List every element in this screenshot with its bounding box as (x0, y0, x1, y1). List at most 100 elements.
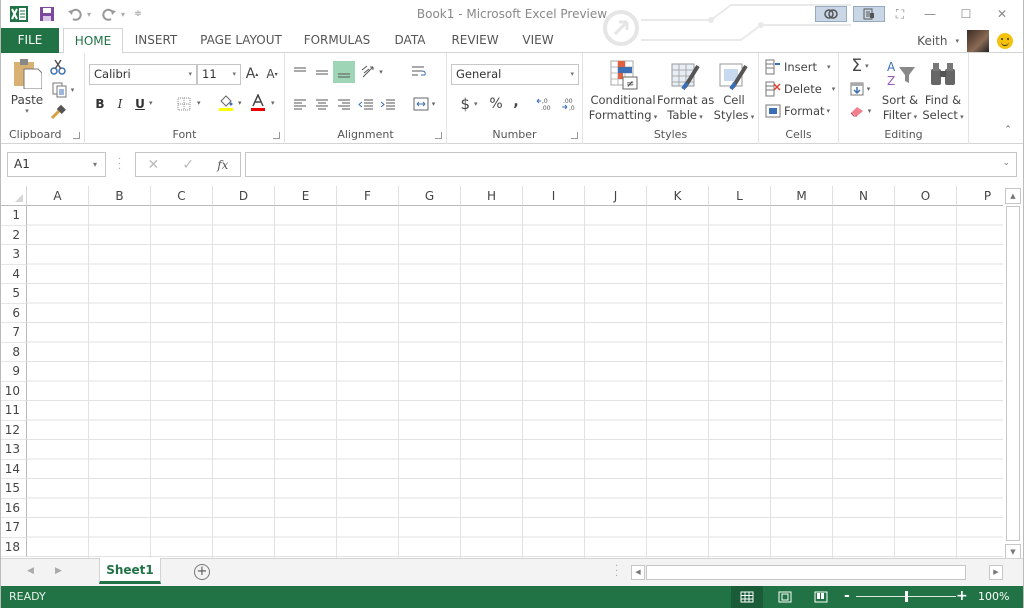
font-size-select[interactable]: 11 ▾ (197, 64, 241, 85)
wrap-text-button[interactable] (409, 63, 429, 81)
insert-function-icon[interactable]: fx (217, 158, 228, 172)
format-cells-button[interactable]: Format ▾ (765, 101, 830, 121)
row-header-10[interactable]: 10 (1, 381, 27, 401)
find-select-dropdown-icon[interactable]: ▾ (958, 113, 964, 121)
cell-styles-button[interactable]: Cell Styles ▾ (711, 55, 757, 125)
bold-button[interactable]: B (91, 95, 109, 113)
zoom-in-icon[interactable]: + (956, 588, 968, 604)
increase-indent-button[interactable] (379, 95, 397, 113)
formula-input[interactable]: ⌄ (245, 152, 1017, 177)
row-header-14[interactable]: 14 (1, 459, 27, 479)
accounting-format-button[interactable]: $ ▾ (455, 95, 483, 113)
format-as-table-dropdown-icon[interactable]: ▾ (697, 113, 703, 121)
cancel-entry-icon[interactable]: ✕ (148, 157, 160, 173)
zoom-percentage[interactable]: 100% (978, 590, 1009, 603)
normal-view-button[interactable] (731, 586, 763, 608)
font-color-dropdown-icon[interactable]: ▾ (271, 99, 275, 107)
zoom-out-icon[interactable]: - (844, 588, 850, 604)
column-header-a[interactable]: A (27, 186, 89, 206)
column-header-l[interactable]: L (709, 186, 771, 206)
row-header-8[interactable]: 8 (1, 342, 27, 362)
horizontal-scrollbar[interactable]: ◀ ▶ (631, 565, 1003, 581)
format-painter-button[interactable] (49, 103, 67, 121)
sheet-tab-sheet1[interactable]: Sheet1 (99, 558, 161, 584)
fill-color-button[interactable] (217, 93, 235, 113)
merge-center-button[interactable]: ▾ (409, 95, 439, 113)
column-header-e[interactable]: E (275, 186, 337, 206)
row-header-17[interactable]: 17 (1, 518, 27, 538)
clear-button[interactable]: ▾ (845, 101, 875, 121)
column-header-m[interactable]: M (771, 186, 833, 206)
find-select-button[interactable]: Find & Select ▾ (921, 55, 965, 125)
decrease-font-size-button[interactable]: A ▾ (263, 65, 281, 83)
sort-filter-button[interactable]: AZ Sort & Filter ▾ (879, 55, 921, 125)
copy-dropdown-icon[interactable]: ▾ (71, 86, 75, 94)
clipboard-dialog-launcher-icon[interactable] (73, 132, 80, 139)
ribbon-display-options-icon[interactable] (853, 6, 885, 22)
touch-mode-icon[interactable] (815, 6, 847, 22)
next-sheet-icon[interactable]: ▶ (55, 566, 62, 576)
borders-dropdown-icon[interactable]: ▾ (197, 99, 201, 107)
percent-style-button[interactable]: % (487, 95, 505, 113)
tab-home[interactable]: HOME (63, 28, 123, 54)
tab-file[interactable]: FILE (1, 28, 59, 53)
orientation-button[interactable]: ▾ (359, 63, 385, 81)
column-header-k[interactable]: K (647, 186, 709, 206)
conditional-formatting-button[interactable]: ≠ Conditional Formatting ▾ (587, 55, 659, 125)
borders-button[interactable] (175, 95, 193, 113)
delete-cells-button[interactable]: Delete ▾ (765, 79, 835, 99)
scroll-left-icon[interactable]: ◀ (631, 565, 645, 580)
column-header-o[interactable]: O (895, 186, 957, 206)
close-icon[interactable]: ✕ (987, 5, 1017, 23)
scroll-up-icon[interactable]: ▲ (1005, 188, 1021, 204)
formula-bar-resize-handle[interactable]: · · · (118, 155, 121, 175)
fill-color-dropdown-icon[interactable]: ▾ (238, 99, 242, 107)
row-header-3[interactable]: 3 (1, 245, 27, 265)
number-format-dropdown-icon[interactable]: ▾ (570, 65, 574, 84)
middle-align-button[interactable] (313, 63, 331, 81)
comma-style-button[interactable]: , (509, 93, 523, 111)
insert-cells-button[interactable]: Insert ▾ (765, 57, 831, 77)
horizontal-scroll-thumb[interactable] (646, 565, 966, 580)
row-header-5[interactable]: 5 (1, 284, 27, 304)
row-header-4[interactable]: 4 (1, 264, 27, 284)
align-right-button[interactable] (335, 95, 353, 113)
column-header-d[interactable]: D (213, 186, 275, 206)
tab-split-handle[interactable]: · · · (615, 562, 618, 582)
row-header-6[interactable]: 6 (1, 303, 27, 323)
number-format-select[interactable]: General ▾ (451, 64, 579, 85)
paste-button[interactable]: Paste ▾ (7, 57, 47, 127)
tab-insert[interactable]: INSERT (129, 28, 183, 53)
font-name-dropdown-icon[interactable]: ▾ (188, 65, 192, 84)
underline-dropdown-icon[interactable]: ▾ (149, 99, 153, 107)
increase-font-size-button[interactable]: A ▴ (243, 65, 261, 83)
user-name[interactable]: Keith (917, 34, 947, 48)
column-header-f[interactable]: F (337, 186, 399, 206)
maximize-icon[interactable]: ☐ (951, 5, 981, 23)
column-header-c[interactable]: C (151, 186, 213, 206)
row-header-15[interactable]: 15 (1, 479, 27, 499)
bottom-align-button[interactable] (333, 61, 355, 83)
vertical-scroll-thumb[interactable] (1006, 206, 1020, 541)
row-header-13[interactable]: 13 (1, 440, 27, 460)
row-header-12[interactable]: 12 (1, 420, 27, 440)
italic-button[interactable]: I (111, 95, 129, 113)
row-header-18[interactable]: 18 (1, 537, 27, 557)
cell-styles-dropdown-icon[interactable]: ▾ (749, 113, 755, 121)
zoom-slider-thumb[interactable] (905, 591, 908, 602)
vertical-scrollbar[interactable]: ▲ ▼ (1005, 188, 1021, 560)
row-header-1[interactable]: 1 (1, 206, 27, 226)
underline-button[interactable]: U (131, 95, 149, 113)
copy-button[interactable]: ▾ (49, 81, 77, 99)
name-box[interactable]: A1 ▾ (7, 152, 106, 177)
new-sheet-icon[interactable]: + (194, 564, 210, 580)
select-all-button[interactable] (1, 186, 27, 206)
font-size-dropdown-icon[interactable]: ▾ (232, 65, 236, 84)
alignment-dialog-launcher-icon[interactable] (435, 132, 442, 139)
column-header-p[interactable]: P (957, 186, 1003, 206)
page-break-preview-button[interactable] (805, 586, 837, 608)
align-left-button[interactable] (291, 95, 309, 113)
font-dialog-launcher-icon[interactable] (273, 132, 280, 139)
column-header-n[interactable]: N (833, 186, 895, 206)
row-header-2[interactable]: 2 (1, 225, 27, 245)
